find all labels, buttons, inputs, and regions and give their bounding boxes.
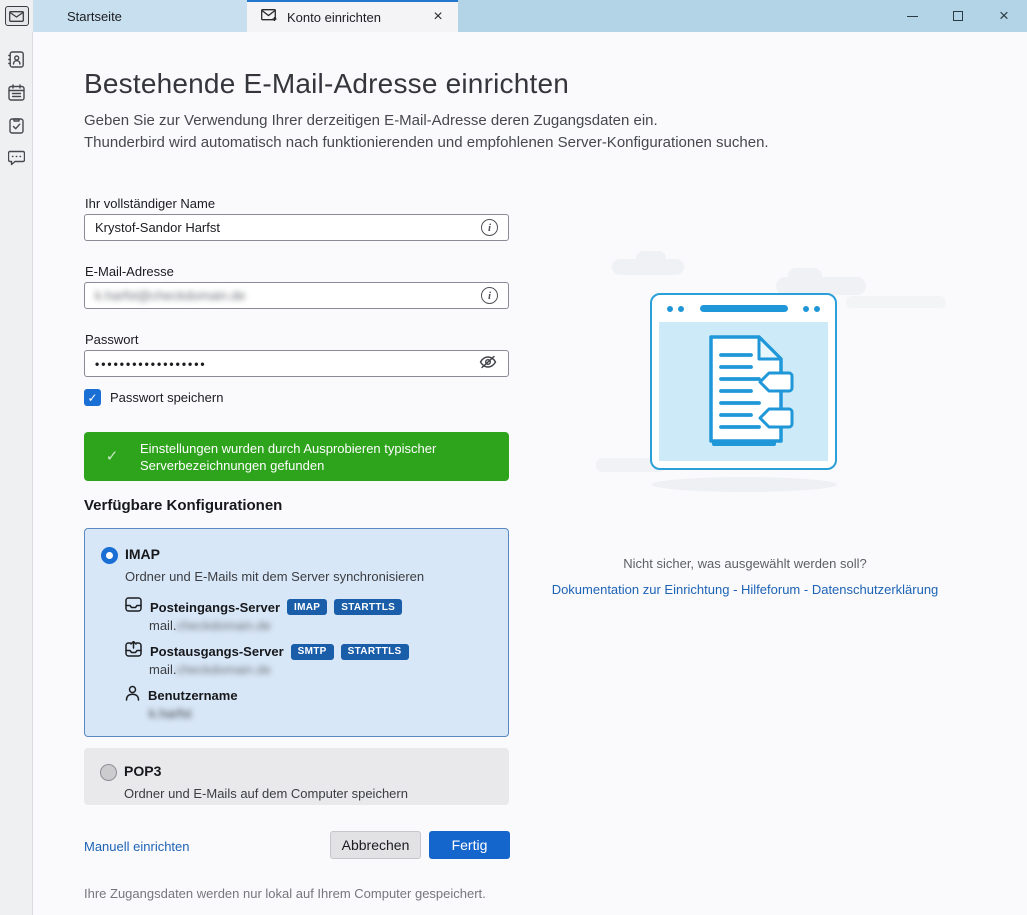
person-icon xyxy=(125,685,140,706)
account-setup-window: Startseite Konto einrichten × × B xyxy=(0,0,1027,915)
outgoing-server-label: Postausgangs-Server xyxy=(150,644,284,659)
mail-icon xyxy=(5,6,29,26)
maximize-button[interactable] xyxy=(935,0,981,32)
calendar-icon[interactable] xyxy=(0,77,33,107)
incoming-server-row: Posteingangs-Server IMAP STARTTLS xyxy=(125,597,402,617)
success-check-icon: ✓ xyxy=(84,448,140,465)
username-value: k.harfst xyxy=(149,706,192,721)
security-badge: STARTTLS xyxy=(334,599,402,615)
subtitle-line-2: Thunderbird wird automatisch nach funkti… xyxy=(84,132,769,154)
password-field-label: Passwort xyxy=(85,332,138,347)
pop3-radio[interactable] xyxy=(100,764,117,781)
privacy-policy-link[interactable]: Datenschutzerklärung xyxy=(812,582,938,597)
incoming-host-redacted: checkdomain.de xyxy=(176,618,271,633)
inbox-icon xyxy=(125,597,142,617)
titlebar: Startseite Konto einrichten × × xyxy=(0,0,1027,32)
remember-password-label: Passwort speichern xyxy=(110,390,223,405)
success-banner-line-1: Einstellungen wurden durch Ausprobieren … xyxy=(140,440,436,457)
page-title: Bestehende E-Mail-Adresse einrichten xyxy=(84,68,569,100)
close-button[interactable]: × xyxy=(981,0,1027,32)
imap-option[interactable]: IMAP Ordner und E-Mails mit dem Server s… xyxy=(84,528,509,737)
subtitle-line-1: Geben Sie zur Verwendung Ihrer derzeitig… xyxy=(84,110,769,132)
incoming-server-label: Posteingangs-Server xyxy=(150,600,280,615)
cancel-button[interactable]: Abbrechen xyxy=(330,831,421,859)
username-label: Benutzername xyxy=(148,688,238,703)
protocol-badge: IMAP xyxy=(287,599,327,615)
mail-space-button[interactable] xyxy=(0,0,33,32)
spaces-sidebar xyxy=(0,32,33,915)
email-input-value: k.harfst@checkdomain.de xyxy=(95,288,481,303)
imap-label: IMAP xyxy=(125,546,160,562)
outgoing-host-prefix: mail. xyxy=(149,662,176,677)
imap-radio[interactable] xyxy=(101,547,118,564)
done-button[interactable]: Fertig xyxy=(429,831,510,859)
cloud-shape xyxy=(636,251,666,265)
pop3-option[interactable]: POP3 Ordner und E-Mails auf dem Computer… xyxy=(84,748,509,805)
pop3-description: Ordner und E-Mails auf dem Computer spei… xyxy=(124,786,408,801)
manual-setup-link[interactable]: Manuell einrichten xyxy=(84,839,190,854)
password-visibility-toggle-icon[interactable] xyxy=(478,354,498,373)
envelope-plus-icon xyxy=(261,9,278,25)
maximize-icon xyxy=(953,11,963,21)
footer-note: Ihre Zugangsdaten werden nur lokal auf I… xyxy=(84,886,486,901)
cloud-shape xyxy=(846,296,946,308)
chat-icon[interactable] xyxy=(0,143,33,173)
tab-konto-einrichten[interactable]: Konto einrichten × xyxy=(247,0,458,32)
password-input-value: •••••••••••••••••• xyxy=(95,357,478,371)
minimize-icon xyxy=(907,16,918,17)
name-field-label: Ihr vollständiger Name xyxy=(85,196,215,211)
name-input[interactable]: Krystof-Sandor Harfst i xyxy=(84,214,509,241)
illustration-window-bar xyxy=(652,295,835,322)
tab-startseite-label: Startseite xyxy=(67,9,122,24)
success-banner-line-2: Serverbezeichnungen gefunden xyxy=(140,457,436,474)
tasks-icon[interactable] xyxy=(0,110,33,140)
setup-illustration xyxy=(650,293,837,470)
email-field-label: E-Mail-Adresse xyxy=(85,264,174,279)
security-badge: STARTTLS xyxy=(341,644,409,660)
documentation-link[interactable]: Dokumentation zur Einrichtung xyxy=(552,582,730,597)
incoming-server-host: mail.checkdomain.de xyxy=(149,618,271,633)
outgoing-host-redacted: checkdomain.de xyxy=(176,662,271,677)
imap-description: Ordner und E-Mails mit dem Server synchr… xyxy=(125,569,424,584)
remember-password-row: ✓ Passwort speichern xyxy=(84,389,223,406)
protocol-badge: SMTP xyxy=(291,644,334,660)
name-info-icon[interactable]: i xyxy=(481,219,498,236)
outgoing-server-host: mail.checkdomain.de xyxy=(149,662,271,677)
name-input-value: Krystof-Sandor Harfst xyxy=(95,220,481,235)
pop3-label: POP3 xyxy=(124,763,161,779)
illustration-document xyxy=(659,322,828,461)
success-banner: ✓ Einstellungen wurden durch Ausprobiere… xyxy=(84,432,509,481)
minimize-button[interactable] xyxy=(889,0,935,32)
link-separator: - xyxy=(800,582,812,597)
remember-password-checkbox[interactable]: ✓ xyxy=(84,389,101,406)
outgoing-server-row: Postausgangs-Server SMTP STARTTLS xyxy=(125,641,409,662)
tab-konto-label: Konto einrichten xyxy=(287,10,381,25)
incoming-host-prefix: mail. xyxy=(149,618,176,633)
close-icon: × xyxy=(999,6,1009,26)
help-forum-link[interactable]: Hilfeforum xyxy=(741,582,800,597)
page-subtitle: Geben Sie zur Verwendung Ihrer derzeitig… xyxy=(84,110,769,154)
window-controls: × xyxy=(889,0,1027,32)
link-separator: - xyxy=(729,582,741,597)
cloud-shape xyxy=(788,268,822,284)
password-input[interactable]: •••••••••••••••••• xyxy=(84,350,509,377)
help-question: Nicht sicher, was ausgewählt werden soll… xyxy=(560,556,930,571)
email-input[interactable]: k.harfst@checkdomain.de i xyxy=(84,282,509,309)
tab-close-icon[interactable]: × xyxy=(428,8,448,26)
tab-startseite[interactable]: Startseite xyxy=(33,0,247,32)
configurations-heading: Verfügbare Konfigurationen xyxy=(84,497,282,514)
username-row: Benutzername xyxy=(125,685,238,706)
email-info-icon[interactable]: i xyxy=(481,287,498,304)
help-links: Dokumentation zur Einrichtung - Hilfefor… xyxy=(530,582,960,597)
illustration-shadow xyxy=(652,477,837,492)
address-book-icon[interactable] xyxy=(0,44,33,74)
outbox-icon xyxy=(125,641,142,662)
success-banner-text: Einstellungen wurden durch Ausprobieren … xyxy=(140,440,436,474)
